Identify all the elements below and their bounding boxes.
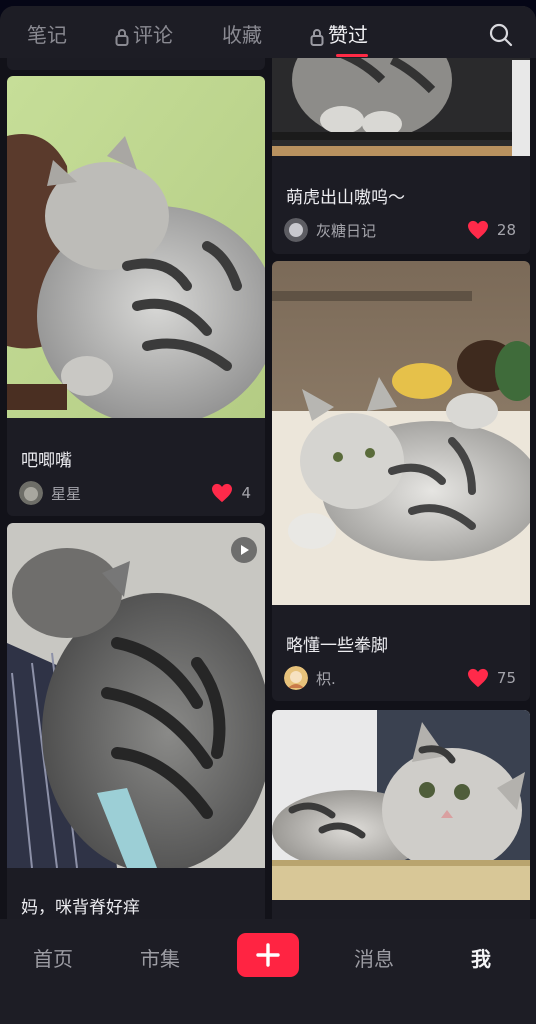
author[interactable]: 灰糖日记 xyxy=(284,218,376,242)
nav-me[interactable]: 我 xyxy=(471,943,491,972)
bottom-nav: 首页 市集 消息 我 xyxy=(0,919,536,1024)
author[interactable]: 星星 xyxy=(19,481,81,505)
author[interactable]: 枳. xyxy=(284,666,336,690)
nav-messages[interactable]: 消息 xyxy=(354,943,394,972)
app-screen: 吧唧嘴 星星 4 妈，咪背脊好痒 萌虎出山嗷呜～ 灰糖日记 28 略懂一些拳脚 … xyxy=(0,6,536,1024)
publish-button[interactable] xyxy=(237,933,299,977)
avatar xyxy=(284,666,308,690)
note-title: 略懂一些拳脚 xyxy=(286,636,388,656)
lock-icon xyxy=(310,28,324,46)
author-name: 星星 xyxy=(51,484,82,503)
heart-icon xyxy=(467,668,488,688)
like-count: 28 xyxy=(496,221,516,239)
cat-photo xyxy=(272,710,530,900)
tab-liked-label: 赞过 xyxy=(328,23,368,47)
note-title: 吧唧嘴 xyxy=(21,451,72,471)
author-name: 灰糖日记 xyxy=(316,221,377,240)
avatar xyxy=(19,481,43,505)
note-title: 妈，咪背脊好痒 xyxy=(21,898,140,918)
note-card[interactable]: 吧唧嘴 星星 4 xyxy=(7,76,265,516)
search-icon[interactable] xyxy=(489,23,513,47)
note-card[interactable]: 略懂一些拳脚 枳. 75 xyxy=(272,261,530,701)
tab-liked[interactable]: 赞过 xyxy=(310,22,368,48)
like-count: 75 xyxy=(496,669,516,687)
note-card[interactable]: 妈，咪背脊好痒 xyxy=(7,523,265,943)
video-badge xyxy=(231,537,257,563)
nav-home[interactable]: 首页 xyxy=(33,943,73,972)
cat-photo xyxy=(7,76,265,418)
like-count: 4 xyxy=(241,484,251,502)
lock-icon xyxy=(115,28,129,46)
note-title: 萌虎出山嗷呜～ xyxy=(286,188,405,208)
cat-photo xyxy=(272,261,530,605)
active-tab-indicator xyxy=(336,54,368,57)
like-button[interactable]: 28 xyxy=(467,220,516,240)
like-button[interactable]: 4 xyxy=(211,483,251,503)
cat-photo xyxy=(7,523,265,868)
tab-comments[interactable]: 评论 xyxy=(115,22,173,48)
heart-icon xyxy=(212,483,233,503)
avatar xyxy=(284,218,308,242)
heart-icon xyxy=(467,220,488,240)
author-name: 枳. xyxy=(316,669,336,688)
play-icon xyxy=(241,545,249,555)
plus-icon xyxy=(256,943,280,967)
tab-notes[interactable]: 笔记 xyxy=(27,22,67,48)
tab-comments-label: 评论 xyxy=(133,23,173,47)
nav-market[interactable]: 市集 xyxy=(140,943,180,972)
like-button[interactable]: 75 xyxy=(467,668,516,688)
top-tab-bar: 笔记 评论 收藏 赞过 xyxy=(0,6,536,58)
tab-favorites[interactable]: 收藏 xyxy=(222,22,262,48)
note-card[interactable] xyxy=(272,710,530,930)
